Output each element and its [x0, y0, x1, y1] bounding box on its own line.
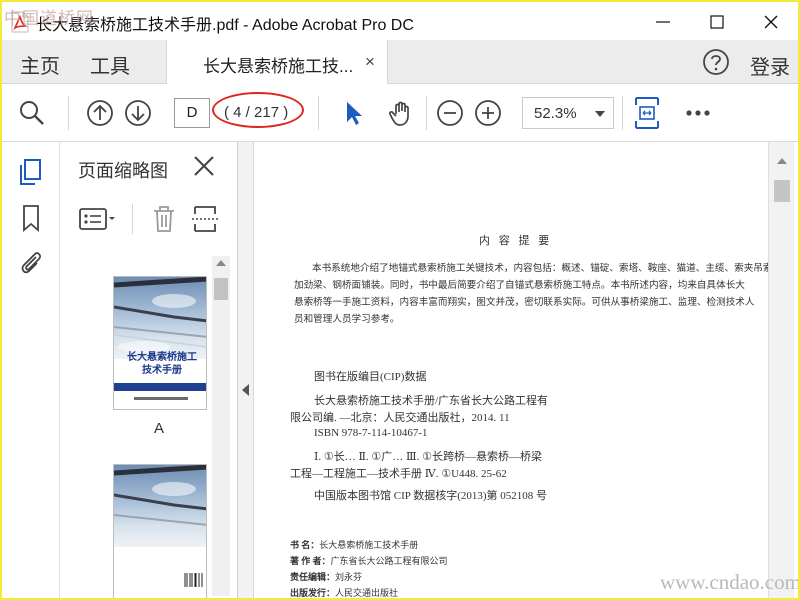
colophon-key: 书 名： — [290, 540, 320, 550]
cip-heading: 图书在版编目(CIP)数据 — [314, 371, 427, 383]
search-icon[interactable] — [18, 99, 46, 127]
close-panel-icon[interactable] — [192, 154, 216, 178]
toolbar-separator — [622, 96, 623, 130]
thumbnail-page-back-cover[interactable] — [113, 464, 207, 598]
panel-title: 页面缩略图 — [78, 161, 168, 181]
zoom-in-icon[interactable] — [474, 99, 502, 127]
colophon-value: 刘永芬 — [335, 572, 363, 582]
close-icon — [764, 15, 778, 29]
cover-band — [114, 383, 206, 391]
left-rail — [2, 142, 60, 598]
hand-icon[interactable] — [388, 99, 416, 127]
fit-page-icon[interactable] — [634, 96, 660, 130]
zoom-out-icon[interactable] — [436, 99, 464, 127]
acrobat-window: 长大悬索桥施工技术手册.pdf - Adobe Acrobat Pro DC 主… — [2, 2, 798, 598]
cip-line: 中国版本图书馆 CIP 数据核字(2013)第 052108 号 — [314, 490, 548, 502]
colophon-row: 著 作 者：广东省长大公路工程有限公司 — [290, 554, 448, 567]
document-view: 内 容 提 要 本书系统地介绍了地锚式悬索桥施工关键技术，内容包括：概述、锚碇、… — [254, 142, 768, 598]
highlight-ellipse — [212, 92, 304, 128]
colophon-row: 书 名：长大悬索桥施工技术手册 — [290, 538, 418, 551]
toolbar: D ( 4 / 217 ) 52.3% — [2, 84, 798, 142]
document-scrollbar[interactable] — [768, 142, 794, 598]
document-tab[interactable]: 长大悬索桥施工技... × — [166, 40, 388, 84]
page-number-input[interactable]: D — [174, 98, 210, 128]
zoom-select[interactable]: 52.3% — [522, 97, 614, 129]
thumbnail-tools — [78, 202, 228, 236]
tools-separator — [132, 204, 133, 234]
help-icon[interactable] — [702, 48, 730, 76]
cover-title-line2: 技术手册 — [142, 365, 182, 376]
toolbar-separator — [68, 96, 69, 130]
attachment-icon[interactable] — [18, 248, 44, 276]
tools-menu[interactable]: 工具 — [90, 50, 130, 79]
login-button[interactable]: 登录 — [750, 51, 790, 80]
chevron-left-icon — [242, 384, 249, 396]
scrollbar-thumb[interactable] — [214, 278, 228, 300]
insert-page-icon[interactable] — [192, 204, 220, 234]
toolbar-separator — [426, 96, 427, 130]
colophon-value: 长大悬索桥施工技术手册 — [319, 540, 419, 550]
cip-line: Ⅰ. ①长… Ⅱ. ①广… Ⅲ. ①长跨桥—悬索桥—桥梁 — [314, 451, 543, 463]
colophon-value: 人民交通出版社 — [335, 588, 399, 598]
select-arrow-icon[interactable] — [340, 99, 368, 127]
collapse-panel-handle[interactable] — [238, 142, 254, 598]
maximize-icon — [710, 15, 724, 29]
minimize-button[interactable] — [640, 2, 686, 40]
colophon-row: 出版发行：人民交通出版社 — [290, 586, 398, 598]
bridge-image — [114, 465, 206, 526]
chevron-down-icon — [595, 111, 605, 117]
thumbnail-scrollbar[interactable] — [212, 256, 230, 596]
scroll-up-icon[interactable] — [216, 260, 226, 266]
title-bar: 长大悬索桥施工技术手册.pdf - Adobe Acrobat Pro DC — [2, 2, 798, 40]
watermark-top-left: 中国道桥网 — [4, 9, 94, 28]
document-tab-label: 长大悬索桥施工技... — [203, 57, 354, 76]
abstract-line: 加劲梁、钢桥面铺装。同时，书中最后简要介绍了自锚式悬索桥施工特点。本书所述内容，… — [294, 280, 745, 291]
minimize-icon — [656, 21, 670, 23]
bookmark-icon[interactable] — [18, 204, 44, 232]
close-window-button[interactable] — [748, 2, 794, 40]
more-icon[interactable] — [684, 99, 712, 127]
toolbar-separator — [318, 96, 319, 130]
page-thumbnails-icon[interactable] — [18, 158, 44, 186]
home-menu[interactable]: 主页 — [20, 50, 60, 79]
barcode-icon — [184, 573, 203, 587]
thumbnails-panel: 页面缩略图 长大悬索桥施工 技术手册 A — [60, 142, 238, 598]
abstract-line: 员和管理人员学习参考。 — [294, 314, 400, 325]
thumbnail-label: A — [154, 420, 165, 437]
abstract-line: 本书系统地介绍了地锚式悬索桥施工关键技术，内容包括：概述、锚碇、索塔、鞍座、猫道… — [312, 263, 768, 274]
menu-bar: 主页 工具 长大悬索桥施工技... × 登录 — [2, 40, 798, 84]
cip-line: 工程—工程施工—技术手册 Ⅳ. ①U448. 25-62 — [290, 468, 507, 480]
tab-close-button[interactable]: × — [365, 52, 375, 72]
delete-page-icon[interactable] — [150, 204, 178, 234]
colophon-key: 责任编辑： — [290, 572, 336, 582]
colophon-key: 著 作 者： — [290, 556, 331, 566]
bridge-image — [114, 277, 206, 353]
abstract-line: 悬索桥等一手施工资料，内容丰富而翔实，图文并茂，密切联系实际。可供从事桥梁施工、… — [294, 297, 755, 308]
options-menu-icon[interactable] — [78, 206, 118, 232]
abstract-paragraph: 本书系统地介绍了地锚式悬索桥施工关键技术，内容包括：概述、锚碇、索塔、鞍座、猫道… — [294, 260, 768, 328]
abstract-heading: 内 容 提 要 — [479, 235, 553, 247]
colophon-key: 出版发行： — [290, 588, 336, 598]
maximize-button[interactable] — [694, 2, 740, 40]
cip-line: 长大悬索桥施工技术手册/广东省长大公路工程有 — [314, 395, 549, 407]
thumbnail-page-cover[interactable]: 长大悬索桥施工 技术手册 — [113, 276, 207, 410]
page-down-icon[interactable] — [124, 99, 152, 127]
scrollbar-thumb[interactable] — [774, 180, 790, 202]
page-up-icon[interactable] — [86, 99, 114, 127]
cip-line: ISBN 978-7-114-10467-1 — [314, 427, 428, 439]
colophon-value: 广东省长大公路工程有限公司 — [330, 556, 448, 566]
watermark-bottom-right: www.cndao.com — [660, 570, 798, 594]
zoom-value: 52.3% — [534, 105, 577, 122]
scroll-up-icon[interactable] — [777, 158, 787, 164]
cip-line: 限公司编. —北京：人民交通出版社，2014. 11 — [290, 412, 510, 424]
cover-publisher-mark — [134, 397, 188, 400]
colophon-row: 责任编辑：刘永芬 — [290, 570, 362, 583]
